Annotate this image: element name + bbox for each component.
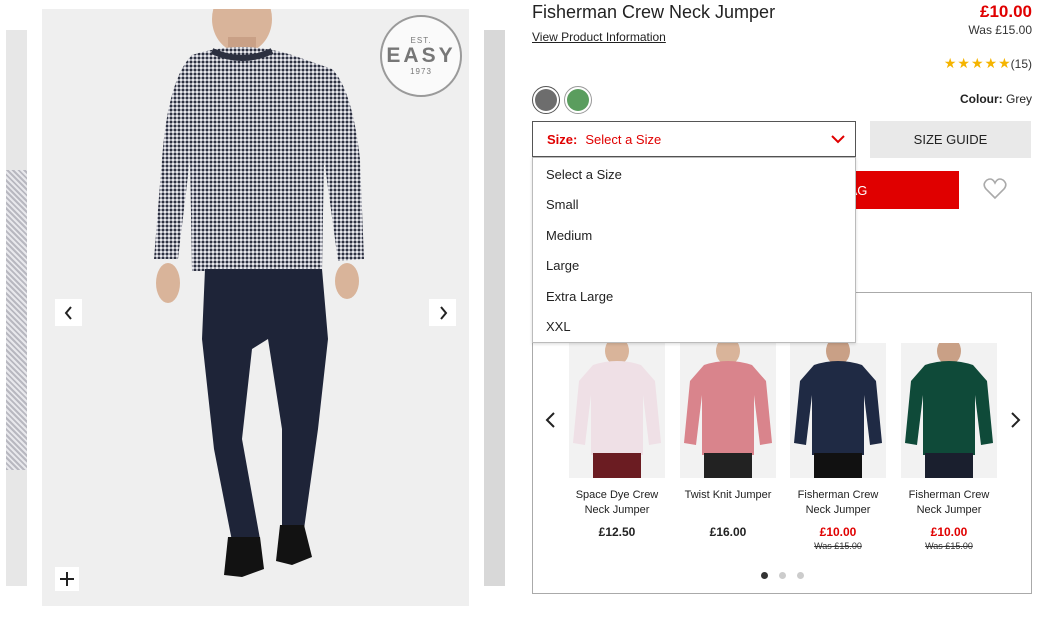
size-value: Select a Size	[585, 131, 662, 147]
product-was-price: Was £15.00	[968, 23, 1032, 37]
recommendation-price: £10.00	[819, 525, 857, 539]
product-title: Fisherman Crew Neck Jumper	[532, 2, 776, 22]
size-label: Size:	[547, 131, 578, 147]
gallery-next-button[interactable]	[429, 299, 456, 326]
recommendation-name: Space Dye Crew Neck Jumper	[575, 489, 659, 516]
colour-indicator: Colour: Grey	[960, 92, 1032, 106]
previous-image-thumbnail[interactable]	[6, 30, 27, 586]
colour-swatch-green[interactable]	[564, 86, 592, 114]
carousel-pagination	[761, 572, 815, 579]
recommendation-image	[901, 343, 997, 478]
view-product-information-link[interactable]: View Product Information	[532, 30, 666, 44]
gallery-prev-button[interactable]	[55, 299, 82, 326]
product-thumbnail	[684, 343, 772, 478]
size-option[interactable]: Small	[533, 190, 855, 221]
chevron-left-icon	[64, 305, 72, 320]
plus-icon	[60, 572, 74, 586]
product-rating[interactable]: ★ ★ ★ ★ ★ (15)	[943, 55, 1032, 72]
carousel-dot[interactable]	[797, 572, 804, 579]
seal-brand-text: EASY	[386, 44, 456, 67]
size-dropdown-menu: Select a Size Small Medium Large Extra L…	[532, 157, 856, 343]
recommendation-name: Twist Knit Jumper	[684, 489, 772, 501]
product-thumbnail	[794, 343, 882, 478]
recommendation-image	[680, 343, 776, 478]
recommendation-price: £12.50	[598, 525, 636, 539]
rating-count: (15)	[1010, 56, 1032, 71]
seal-year-text: 1973	[410, 67, 432, 76]
chevron-down-icon	[831, 135, 845, 144]
carousel-prev-icon[interactable]	[544, 411, 558, 429]
recommendation-item[interactable]: Twist Knit Jumper £16.00	[680, 343, 776, 539]
recommendation-item[interactable]: Fisherman Crew Neck Jumper £10.00 Was £1…	[790, 343, 886, 551]
colour-swatch-grey[interactable]	[532, 86, 560, 114]
zoom-button[interactable]	[55, 567, 79, 591]
wishlist-heart-icon[interactable]	[983, 178, 1007, 200]
colour-value: Grey	[1005, 92, 1032, 106]
recommendation-name: Fisherman Crew Neck Jumper	[908, 489, 990, 516]
star-icon: ★	[957, 55, 970, 71]
star-icon: ★	[984, 55, 998, 71]
size-option[interactable]: Extra Large	[533, 281, 855, 312]
swatch-fill	[567, 89, 589, 111]
recommendation-name: Fisherman Crew Neck Jumper	[797, 489, 879, 516]
size-option[interactable]: Large	[533, 251, 855, 282]
recommendation-item[interactable]: Fisherman Crew Neck Jumper £10.00 Was £1…	[901, 343, 997, 551]
size-select[interactable]: Size: Select a Size	[532, 121, 856, 157]
carousel-dot[interactable]	[779, 572, 786, 579]
swatch-fill	[535, 89, 557, 111]
star-icon: ★	[943, 55, 957, 71]
recommendation-was-price: Was £15.00	[814, 541, 862, 551]
next-image-thumbnail[interactable]	[484, 30, 505, 586]
carousel-dot[interactable]	[761, 572, 768, 579]
star-icon: ★	[970, 55, 984, 71]
size-option[interactable]: Medium	[533, 220, 855, 251]
model-photo	[154, 9, 364, 577]
product-price: £10.00	[980, 2, 1032, 21]
recommendation-price: £10.00	[930, 525, 968, 539]
product-thumbnail	[573, 343, 661, 478]
colour-label: Colour:	[959, 92, 1003, 106]
carousel-next-icon[interactable]	[1008, 411, 1022, 429]
recommendation-was-price: Was £15.00	[925, 541, 973, 551]
size-option[interactable]: Select a Size	[533, 159, 855, 190]
recommendation-image	[790, 343, 886, 478]
product-page: EST. EASY 1973 Fisherman Crew Neck Jumpe…	[0, 0, 1040, 619]
size-guide-button[interactable]: SIZE GUIDE	[870, 121, 1031, 158]
star-icon: ★	[998, 55, 1011, 71]
recommendation-image	[569, 343, 665, 478]
recommendation-item[interactable]: Space Dye Crew Neck Jumper £12.50	[569, 343, 665, 539]
main-product-image: EST. EASY 1973	[42, 9, 469, 606]
chevron-right-icon	[439, 305, 447, 320]
recommendation-price: £16.00	[709, 525, 747, 539]
size-option[interactable]: XXL	[533, 312, 855, 343]
product-thumbnail	[905, 343, 993, 478]
easy-brand-seal-logo: EST. EASY 1973	[380, 15, 462, 97]
